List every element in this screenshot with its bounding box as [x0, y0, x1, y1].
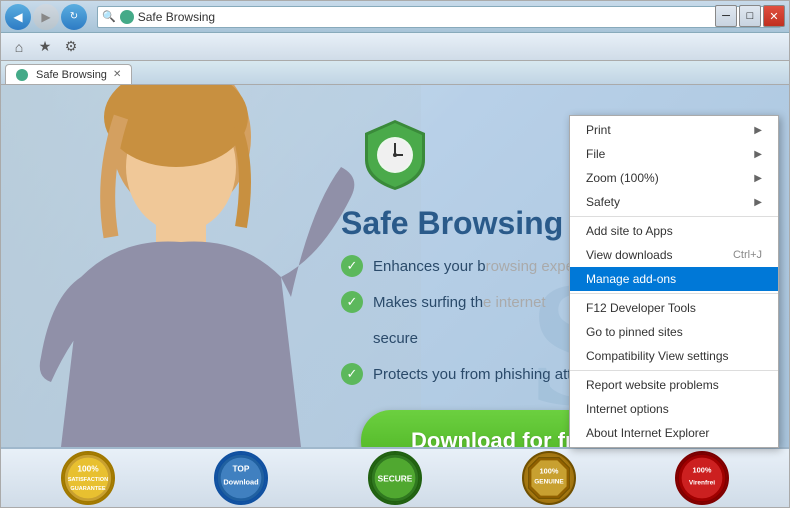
menu-item[interactable]: Add site to Apps — [570, 219, 778, 243]
menu-item-label: Add site to Apps — [586, 224, 673, 238]
forward-button[interactable]: ▶ — [33, 4, 59, 30]
menu-item[interactable]: Manage add-ons — [570, 267, 778, 291]
nav-buttons: ◀ ▶ ↻ — [5, 4, 87, 30]
menu-item-label: File — [586, 147, 605, 161]
title-bar: ◀ ▶ ↻ 🔍 Safe Browsing ─ □ ✕ — [1, 1, 789, 33]
browser-window: ◀ ▶ ↻ 🔍 Safe Browsing ─ □ ✕ ⌂ ★ ⚙ Safe B… — [0, 0, 790, 508]
main-heading: Safe Browsing — [341, 205, 563, 242]
tab-close-icon[interactable]: ✕ — [113, 69, 121, 80]
menu-item-label: Internet options — [586, 402, 669, 416]
menu-item-label: Manage add-ons — [586, 272, 676, 286]
menu-item[interactable]: Zoom (100%) ▶ — [570, 166, 778, 190]
tab-label: Safe Browsing — [36, 69, 107, 81]
menu-item[interactable]: F12 Developer Tools — [570, 296, 778, 320]
feature-text-4: Protects you from phishing attacts — [373, 366, 599, 383]
svg-text:100%: 100% — [539, 466, 558, 475]
badges-bar: 100% SATISFACTION GUARANTEE TOP Download — [1, 447, 789, 507]
window-controls: ─ □ ✕ — [715, 5, 785, 27]
menu-item-label: Zoom (100%) — [586, 171, 659, 185]
menu-item[interactable]: Go to pinned sites — [570, 320, 778, 344]
badge-secure: SECURE — [368, 451, 422, 505]
address-bar[interactable]: 🔍 Safe Browsing — [97, 6, 781, 28]
tab-favicon — [16, 69, 28, 81]
toolbar: ⌂ ★ ⚙ — [1, 33, 789, 61]
person-silhouette — [21, 85, 371, 447]
menu-item-label: Compatibility View settings — [586, 349, 729, 363]
svg-text:GENUINE: GENUINE — [534, 479, 564, 486]
svg-text:100%: 100% — [693, 465, 712, 474]
home-button[interactable]: ⌂ — [7, 36, 31, 58]
menu-arrow-icon: ▶ — [754, 149, 762, 160]
tab-bar: Safe Browsing ✕ — [1, 61, 789, 85]
menu-item-label: About Internet Explorer — [586, 426, 709, 440]
menu-separator — [570, 293, 778, 294]
svg-text:Download: Download — [224, 477, 260, 486]
menu-item[interactable]: Safety ▶ — [570, 190, 778, 214]
feature-text-2: Makes surfing the internet — [373, 294, 546, 311]
menu-item-label: Go to pinned sites — [586, 325, 683, 339]
menu-arrow-icon: ▶ — [754, 197, 762, 208]
menu-arrow-icon: ▶ — [754, 125, 762, 136]
check-icon-4: ✓ — [341, 363, 363, 385]
maximize-button[interactable]: □ — [739, 5, 761, 27]
feature-text-3: secure — [373, 330, 418, 347]
badge-genuine: 100% GENUINE — [522, 451, 576, 505]
menu-separator — [570, 216, 778, 217]
menu-item[interactable]: Report website problems — [570, 373, 778, 397]
menu-item-label: Safety — [586, 195, 620, 209]
badge-guarantee: 100% SATISFACTION GUARANTEE — [61, 451, 115, 505]
check-icon-2: ✓ — [341, 291, 363, 313]
svg-text:Virenfrei: Virenfrei — [689, 479, 715, 486]
menu-item-shortcut: Ctrl+J — [733, 249, 762, 261]
menu-item-label: F12 Developer Tools — [586, 301, 696, 315]
minimize-button[interactable]: ─ — [715, 5, 737, 27]
close-button[interactable]: ✕ — [763, 5, 785, 27]
svg-text:GUARANTEE: GUARANTEE — [70, 486, 105, 492]
refresh-button[interactable]: ↻ — [61, 4, 87, 30]
menu-item-label: Report website problems — [586, 378, 719, 392]
svg-text:100%: 100% — [77, 464, 99, 474]
webpage: SB — [1, 85, 789, 507]
menu-arrow-icon: ▶ — [754, 173, 762, 184]
search-icon: 🔍 — [102, 10, 116, 23]
badge-top-download: TOP Download — [214, 451, 268, 505]
gear-button[interactable]: ⚙ — [59, 36, 83, 58]
badge-virenfrei: 100% Virenfrei — [675, 451, 729, 505]
menu-item[interactable]: View downloads Ctrl+J — [570, 243, 778, 267]
svg-text:SATISFACTION: SATISFACTION — [68, 477, 108, 483]
favorites-button[interactable]: ★ — [33, 36, 57, 58]
menu-separator — [570, 370, 778, 371]
site-favicon — [120, 10, 134, 24]
back-button[interactable]: ◀ — [5, 4, 31, 30]
menu-item[interactable]: About Internet Explorer — [570, 421, 778, 445]
menu-item[interactable]: File ▶ — [570, 142, 778, 166]
svg-text:TOP: TOP — [233, 464, 250, 474]
menu-item-label: Print — [586, 123, 611, 137]
context-menu: Print ▶ File ▶ Zoom (100%) ▶ Safety ▶ Add site t… — [569, 115, 779, 448]
menu-item[interactable]: Internet options — [570, 397, 778, 421]
check-icon-1: ✓ — [341, 255, 363, 277]
menu-item[interactable]: Compatibility View settings — [570, 344, 778, 368]
active-tab[interactable]: Safe Browsing ✕ — [5, 64, 132, 84]
shield-logo — [360, 115, 430, 195]
svg-text:SECURE: SECURE — [378, 474, 413, 484]
address-text: Safe Browsing — [138, 10, 776, 24]
content-area: SB — [1, 85, 789, 507]
menu-item[interactable]: Print ▶ — [570, 118, 778, 142]
menu-item-label: View downloads — [586, 248, 673, 262]
